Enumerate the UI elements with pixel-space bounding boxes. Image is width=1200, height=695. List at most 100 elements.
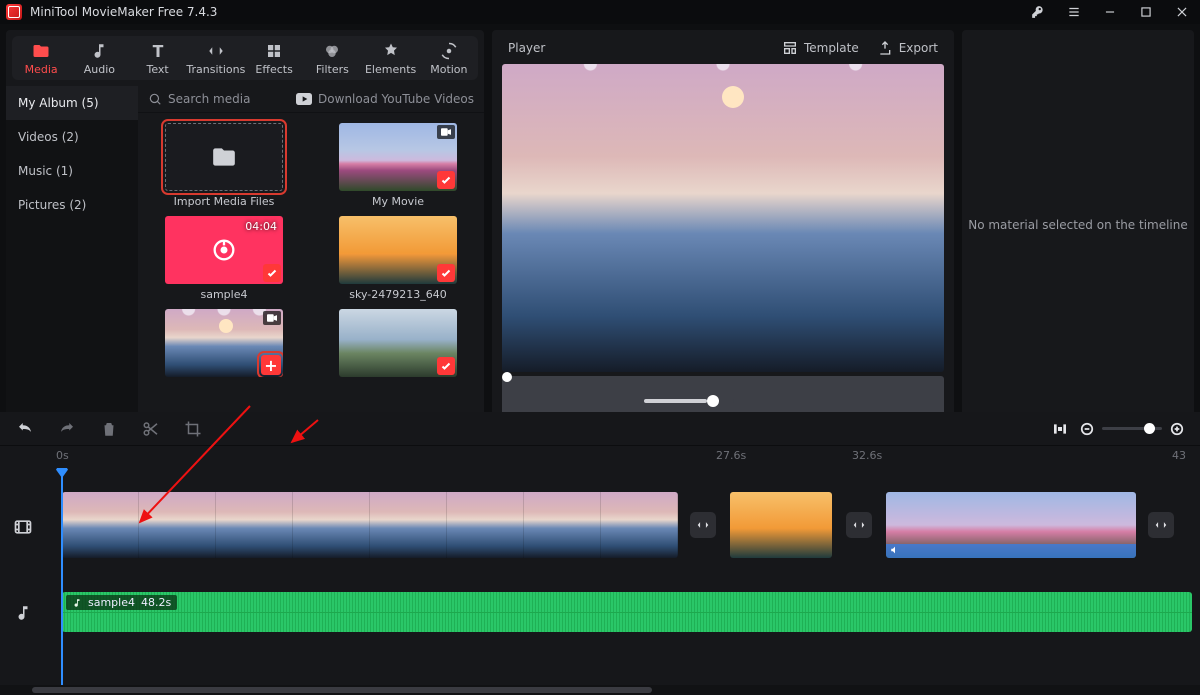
used-check-icon [437,357,455,375]
tab-effects[interactable]: Effects [245,36,303,80]
export-button[interactable]: Export [877,40,938,56]
media-label-sky: sky-2479213_640 [349,288,446,301]
zoom-slider[interactable] [1080,422,1184,436]
split-button[interactable] [142,420,160,438]
sidebar-item-myalbum[interactable]: My Album (5) [6,86,138,120]
used-check-icon [437,171,455,189]
youtube-icon [296,93,312,105]
seek-bar[interactable] [502,374,944,380]
video-track-icon [10,514,36,540]
media-thumb-mountains[interactable] [339,309,457,377]
effects-icon [265,42,283,60]
add-track-button[interactable] [10,468,36,472]
window-minimize-icon[interactable] [1096,0,1124,24]
media-library-panel: Media Audio Text Transitions Effects Fil… [6,30,484,420]
audio-disc-icon [210,236,238,264]
undo-button[interactable] [16,420,34,438]
titlebar: MiniTool MovieMaker Free 7.4.3 [0,0,1200,24]
media-thumb-mymovie[interactable] [339,123,457,191]
ruler-mark: 43 [1172,449,1186,462]
timeline-ruler[interactable]: 0s 27.6s 32.6s 43 [0,446,1200,468]
tab-filters[interactable]: Filters [303,36,361,80]
media-duration: 04:04 [245,220,277,233]
audio-track[interactable]: sample4 48.2s [46,590,1192,634]
transition-slot-button[interactable] [690,512,716,538]
sidebar-item-pictures[interactable]: Pictures (2) [6,188,138,222]
music-note-icon [72,598,82,608]
filters-icon [323,42,341,60]
video-badge-icon [437,125,455,139]
tab-text[interactable]: Text [129,36,187,80]
ruler-mark: 27.6s [716,449,746,462]
tab-elements[interactable]: Elements [362,36,420,80]
audio-track-icon [10,600,36,626]
properties-panel: No material selected on the timeline [962,30,1194,420]
folder-icon [32,42,50,60]
main-toolbar: Media Audio Text Transitions Effects Fil… [12,36,478,80]
timeline-clip-ocean[interactable] [62,492,678,558]
video-badge-icon [263,311,281,325]
tab-audio[interactable]: Audio [70,36,128,80]
player-title: Player [508,41,545,55]
transition-slot-button[interactable] [846,512,872,538]
export-icon [877,40,893,56]
hamburger-menu-icon[interactable] [1060,0,1088,24]
speaker-icon [890,545,900,555]
media-thumb-sample4[interactable]: 04:04 [165,216,283,284]
volume-slider[interactable] [644,399,734,403]
timeline-panel: 0s 27.6s 32.6s 43 [0,412,1200,695]
media-thumb-ocean[interactable]: + [165,309,283,377]
player-panel: Player Template Export 00:00:00:00 / 00:… [492,30,954,420]
timeline-scrollbar[interactable] [0,685,1200,695]
fit-timeline-icon[interactable] [1052,421,1068,437]
ruler-mark: 0s [56,449,69,462]
timeline-clip-flowers[interactable] [886,492,1136,558]
text-icon [149,42,167,60]
add-to-timeline-button[interactable]: + [261,355,281,375]
timeline-clip-sunset[interactable] [730,492,832,558]
import-media-tile[interactable] [165,123,283,191]
media-label-sample4: sample4 [201,288,248,301]
sidebar-item-videos[interactable]: Videos (2) [6,120,138,154]
delete-button[interactable] [100,420,118,438]
used-check-icon [263,264,281,282]
app-logo [6,4,22,20]
video-track[interactable] [46,490,1192,560]
import-media-label: Import Media Files [174,195,275,208]
music-note-icon [90,42,108,60]
upgrade-key-icon[interactable] [1024,0,1052,24]
audio-clip-label: sample4 48.2s [66,595,177,610]
download-youtube-button[interactable]: Download YouTube Videos [296,92,474,106]
template-button[interactable]: Template [782,40,859,56]
transition-slot-button[interactable] [1148,512,1174,538]
properties-empty-text: No material selected on the timeline [962,30,1194,420]
media-grid: Import Media Files My Movie 04:04 [138,113,484,387]
tab-transitions[interactable]: Transitions [187,36,245,80]
zoom-in-icon[interactable] [1170,422,1184,436]
elements-icon [382,42,400,60]
motion-icon [440,42,458,60]
search-input[interactable]: Search media [148,92,288,106]
tab-motion[interactable]: Motion [420,36,478,80]
folder-icon [211,144,237,170]
tab-media[interactable]: Media [12,36,70,80]
ruler-mark: 32.6s [852,449,882,462]
window-maximize-icon[interactable] [1132,0,1160,24]
search-placeholder: Search media [168,92,250,106]
window-close-icon[interactable] [1168,0,1196,24]
template-icon [782,40,798,56]
app-title: MiniTool MovieMaker Free 7.4.3 [30,5,217,19]
media-category-list: My Album (5) Videos (2) Music (1) Pictur… [6,86,138,420]
zoom-out-icon[interactable] [1080,422,1094,436]
timeline-audio-clip[interactable]: sample4 48.2s [62,592,1192,632]
video-preview[interactable] [502,64,944,372]
search-icon [148,92,162,106]
used-check-icon [437,264,455,282]
media-thumb-sky[interactable] [339,216,457,284]
sidebar-item-music[interactable]: Music (1) [6,154,138,188]
clip-audio-strip [886,544,1136,558]
redo-button[interactable] [58,420,76,438]
crop-button[interactable] [184,420,202,438]
media-label-mymovie: My Movie [372,195,424,208]
transition-icon [207,42,225,60]
